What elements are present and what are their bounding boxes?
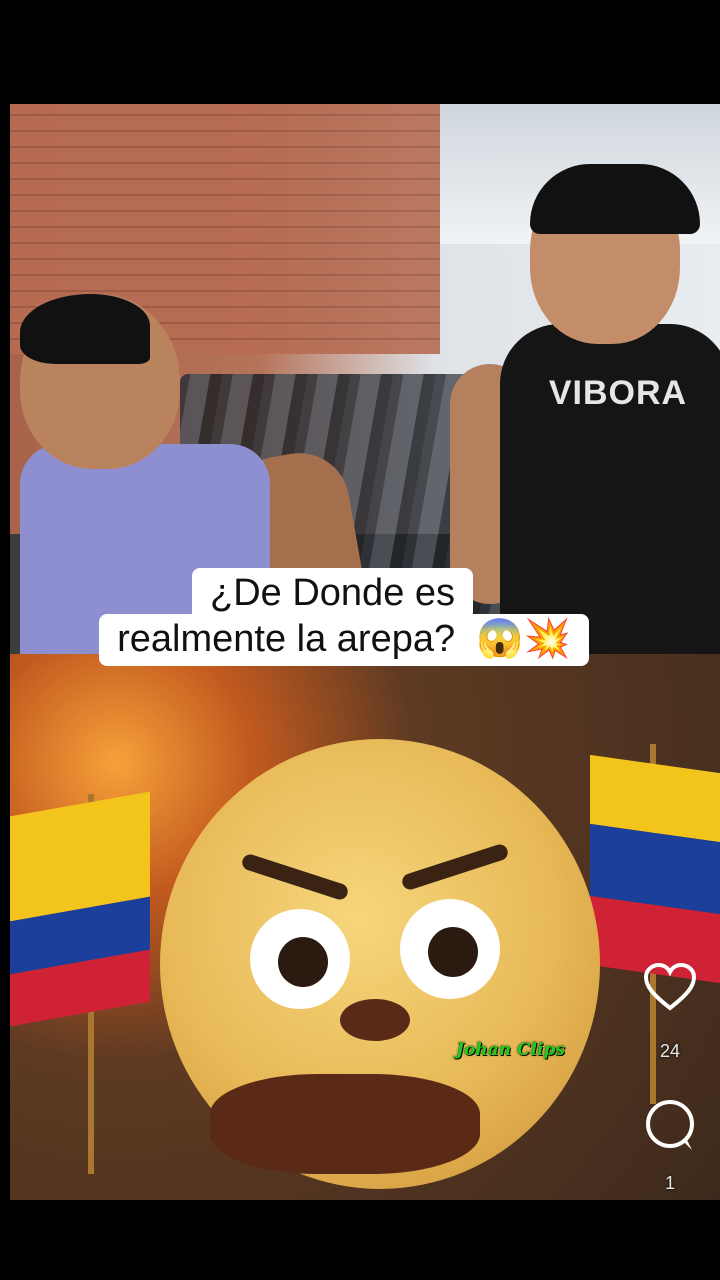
heart-outline-icon bbox=[643, 962, 697, 1011]
caption-line-1: ¿De Donde es bbox=[192, 568, 474, 620]
colombia-flag-icon bbox=[10, 791, 150, 1027]
person-left-hair bbox=[20, 294, 150, 364]
left-eye bbox=[250, 909, 350, 1009]
person-right-cap bbox=[530, 164, 700, 234]
shirt-logo: VIBORA bbox=[548, 374, 688, 412]
venezuela-flag-icon bbox=[590, 754, 720, 984]
shock-explosion-emoji-icon: 😱💥 bbox=[476, 618, 571, 660]
right-eyebrow bbox=[400, 842, 510, 892]
comment-bubble-icon bbox=[646, 1100, 694, 1150]
arepa-filling bbox=[210, 1074, 480, 1174]
comment-count: 1 bbox=[664, 1173, 675, 1193]
person-right: VIBORA bbox=[430, 134, 720, 654]
right-eye bbox=[400, 899, 500, 999]
caption-line-2: realmente la arepa? 😱💥 bbox=[99, 614, 589, 666]
left-eyebrow bbox=[240, 852, 350, 902]
mouth bbox=[340, 999, 410, 1041]
comment-button[interactable]: 1 bbox=[642, 1098, 698, 1194]
caption-line-2-text: realmente la arepa? bbox=[117, 618, 456, 660]
like-button[interactable]: 24 bbox=[642, 962, 698, 1062]
like-count: 24 bbox=[659, 1041, 681, 1061]
watermark: Johan Clips bbox=[456, 1040, 565, 1060]
arepa-scene bbox=[10, 654, 720, 1200]
caption-line-2-wrap: realmente la arepa? 😱💥 bbox=[67, 614, 621, 666]
